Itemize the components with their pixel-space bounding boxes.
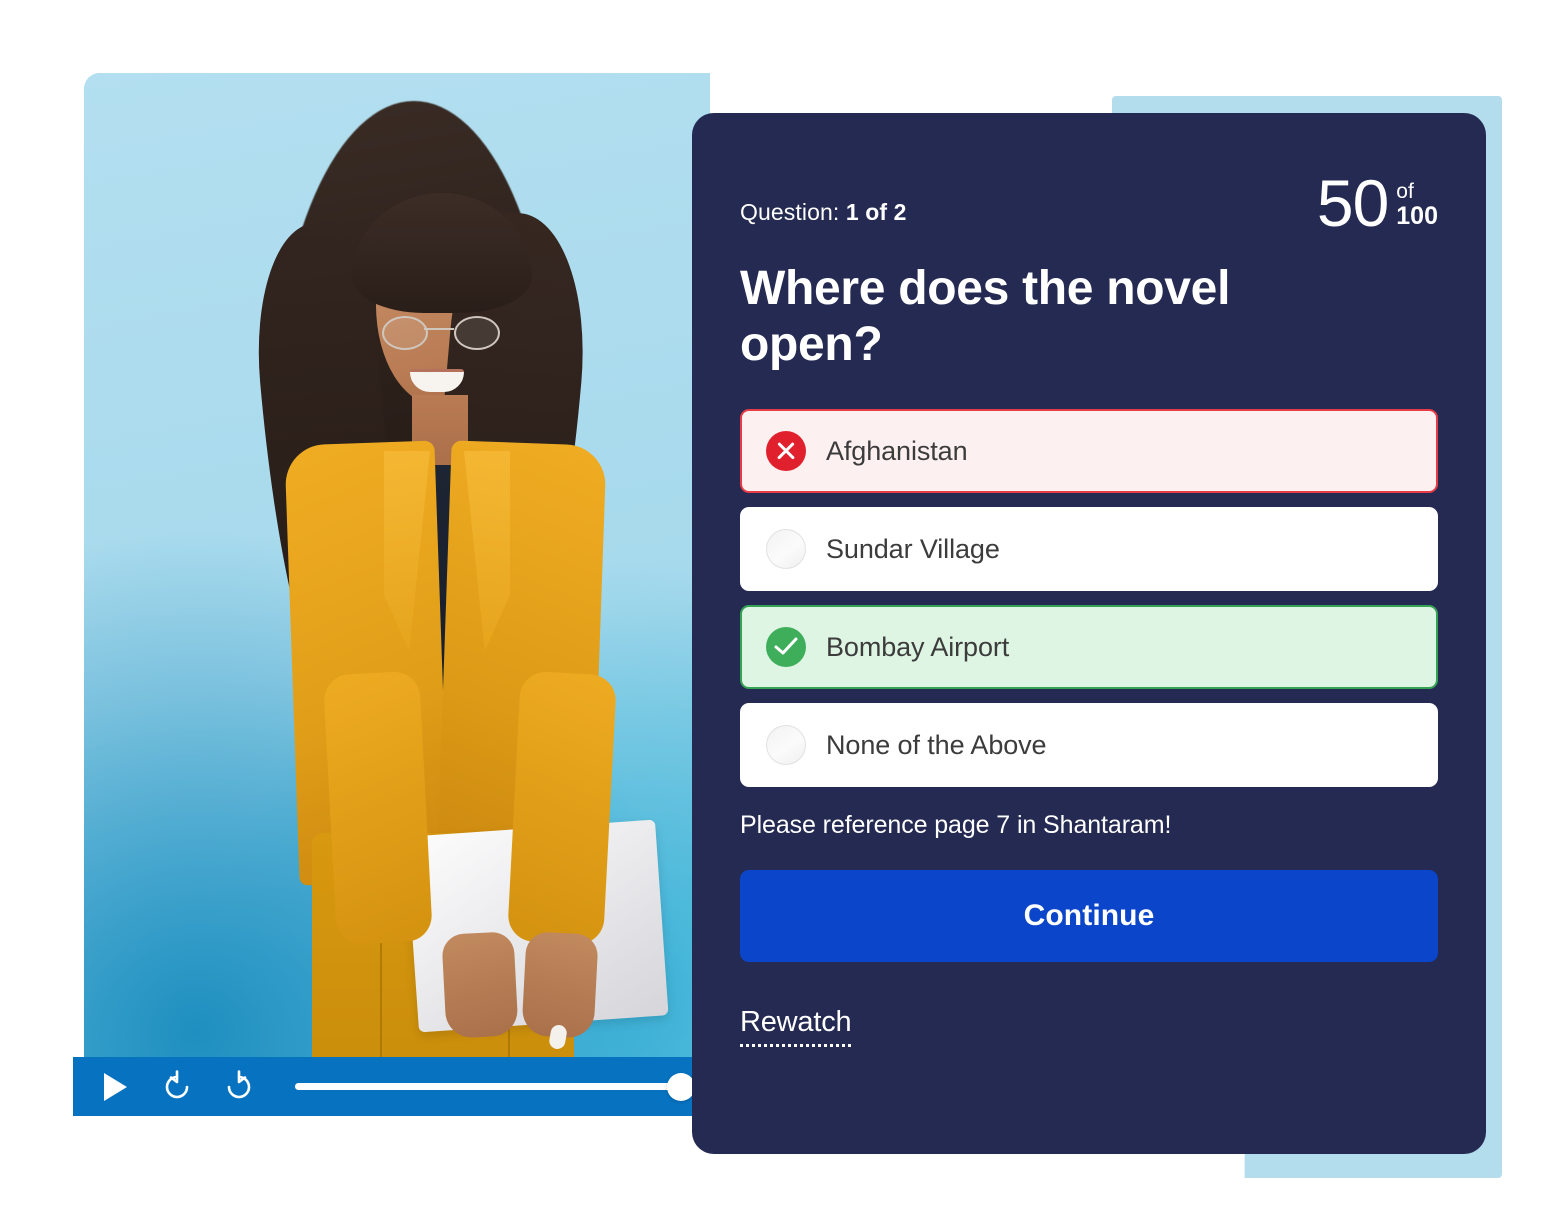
score-of-label: of	[1396, 180, 1414, 203]
score-total: 100	[1396, 202, 1438, 231]
score-value: 50	[1316, 166, 1389, 240]
video-frame-photo	[84, 73, 710, 1116]
answer-option[interactable]: None of the Above	[740, 703, 1438, 788]
empty-radio-icon[interactable]	[766, 529, 806, 570]
question-counter-value: 1 of 2	[845, 199, 907, 225]
rewind-button[interactable]	[157, 1067, 197, 1107]
presenter-figure	[84, 73, 710, 1116]
answer-option-correct[interactable]: Bombay Airport	[740, 605, 1438, 690]
progress-fill	[295, 1083, 681, 1090]
question-counter-label: Question:	[740, 199, 840, 225]
fast-forward-button[interactable]	[219, 1067, 259, 1107]
answer-option-label: Afghanistan	[826, 435, 968, 466]
play-button[interactable]	[95, 1067, 135, 1107]
answer-option-incorrect[interactable]: Afghanistan	[740, 409, 1438, 494]
answer-option-label: None of the Above	[826, 729, 1047, 760]
answer-options-list: Afghanistan Sundar Village Bombay Airpor…	[740, 409, 1438, 788]
question-hint: Please reference page 7 in Shantaram!	[740, 811, 1172, 840]
empty-radio-icon[interactable]	[766, 725, 806, 766]
continue-button[interactable]: Continue	[740, 870, 1438, 963]
video-player-panel[interactable]	[84, 73, 710, 1116]
answer-option-label: Bombay Airport	[826, 631, 1010, 662]
quiz-header: Question: 1 of 2 50 of 100	[740, 166, 1438, 240]
play-icon	[102, 1072, 128, 1102]
quiz-video-screenshot: Question: 1 of 2 50 of 100 Where does th…	[0, 0, 1558, 1226]
question-title: Where does the novel open?	[740, 262, 1231, 372]
x-circle-icon	[766, 431, 806, 472]
progress-handle[interactable]	[666, 1072, 695, 1101]
score-display: 50 of 100	[1316, 166, 1438, 240]
rewatch-link[interactable]: Rewatch	[740, 1006, 852, 1048]
quiz-card: Question: 1 of 2 50 of 100 Where does th…	[692, 113, 1486, 1154]
answer-option[interactable]: Sundar Village	[740, 507, 1438, 592]
rewind-icon	[160, 1069, 194, 1104]
question-counter: Question: 1 of 2	[740, 171, 907, 226]
glasses-icon	[378, 316, 502, 350]
fast-forward-icon	[222, 1069, 256, 1104]
answer-option-label: Sundar Village	[826, 533, 1000, 564]
check-circle-icon	[766, 627, 806, 668]
